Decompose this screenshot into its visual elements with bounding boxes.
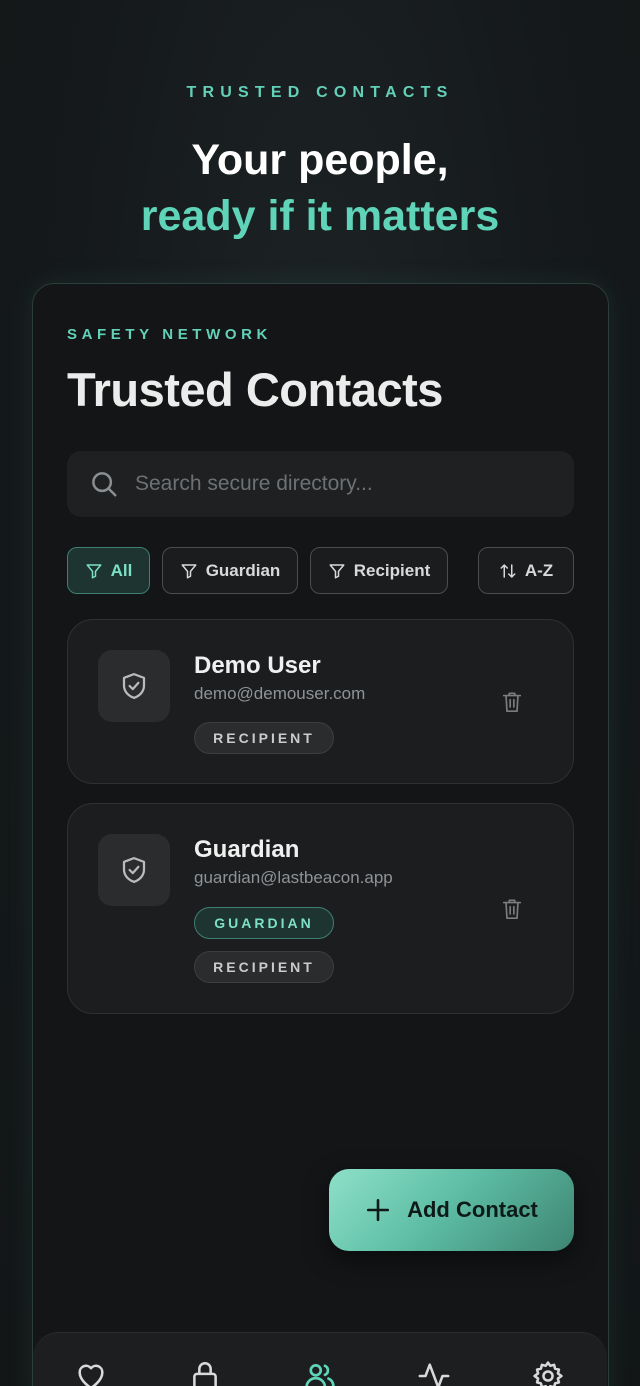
activity-icon xyxy=(418,1363,450,1386)
contacts-card: SAFETY NETWORK Trusted Contacts All Guar… xyxy=(32,283,609,1386)
bottom-nav xyxy=(33,1332,607,1386)
nav-item-activity[interactable] xyxy=(417,1359,451,1386)
filter-chip-label: All xyxy=(110,560,133,580)
filter-chip-guardian[interactable]: Guardian xyxy=(162,547,298,594)
role-badge-recipient: RECIPIENT xyxy=(194,722,334,754)
hero-title: Your people, ready if it matters xyxy=(0,132,640,244)
card-eyebrow: SAFETY NETWORK xyxy=(67,326,272,343)
nav-item-contacts[interactable] xyxy=(303,1359,337,1386)
contact-name: Demo User xyxy=(194,652,321,679)
add-contact-button[interactable]: Add Contact xyxy=(329,1169,574,1251)
sort-icon xyxy=(500,563,516,578)
shield-check-icon xyxy=(122,857,146,883)
contact-avatar xyxy=(98,834,170,906)
filter-chip-recipient[interactable]: Recipient xyxy=(310,547,448,594)
trash-icon[interactable] xyxy=(501,897,523,921)
nav-item-vault[interactable] xyxy=(188,1359,222,1386)
shield-check-icon xyxy=(122,673,146,699)
nav-item-health[interactable] xyxy=(74,1359,108,1386)
hero-eyebrow: TRUSTED CONTACTS xyxy=(186,84,454,101)
role-badge-recipient: RECIPIENT xyxy=(194,951,334,983)
role-badge-guardian: GUARDIAN xyxy=(194,907,334,939)
contact-card[interactable]: Guardian guardian@lastbeacon.app GUARDIA… xyxy=(67,803,574,1014)
users-icon xyxy=(305,1364,335,1386)
contact-card[interactable]: Demo User demo@demouser.com RECIPIENT xyxy=(67,619,574,784)
search-input[interactable] xyxy=(135,472,535,496)
hero-title-line2: ready if it matters xyxy=(140,192,500,240)
heart-icon xyxy=(78,1364,104,1386)
filter-chip-all[interactable]: All xyxy=(67,547,150,594)
filter-chip-label: Guardian xyxy=(205,560,281,580)
add-contact-label: Add Contact xyxy=(407,1197,538,1222)
lock-icon xyxy=(193,1362,217,1386)
search-bar[interactable] xyxy=(67,451,574,517)
filter-chip-label: Recipient xyxy=(353,560,431,580)
nav-item-settings[interactable] xyxy=(531,1359,565,1386)
filter-icon xyxy=(86,563,102,578)
contact-email: guardian@lastbeacon.app xyxy=(194,868,393,887)
page-title: Trusted Contacts xyxy=(67,363,443,416)
search-icon xyxy=(92,472,117,497)
plus-icon xyxy=(367,1198,390,1222)
contact-name: Guardian xyxy=(194,836,300,863)
contact-email: demo@demouser.com xyxy=(194,684,366,703)
filter-icon xyxy=(329,563,345,578)
filter-icon xyxy=(181,563,197,578)
sort-button[interactable]: A-Z xyxy=(478,547,574,594)
settings-icon xyxy=(533,1361,563,1386)
contact-avatar xyxy=(98,650,170,722)
sort-label: A-Z xyxy=(524,560,554,580)
hero-title-line1: Your people, xyxy=(191,136,449,184)
trash-icon[interactable] xyxy=(501,690,523,714)
filter-bar: All Guardian Recipient A-Z xyxy=(67,547,574,595)
